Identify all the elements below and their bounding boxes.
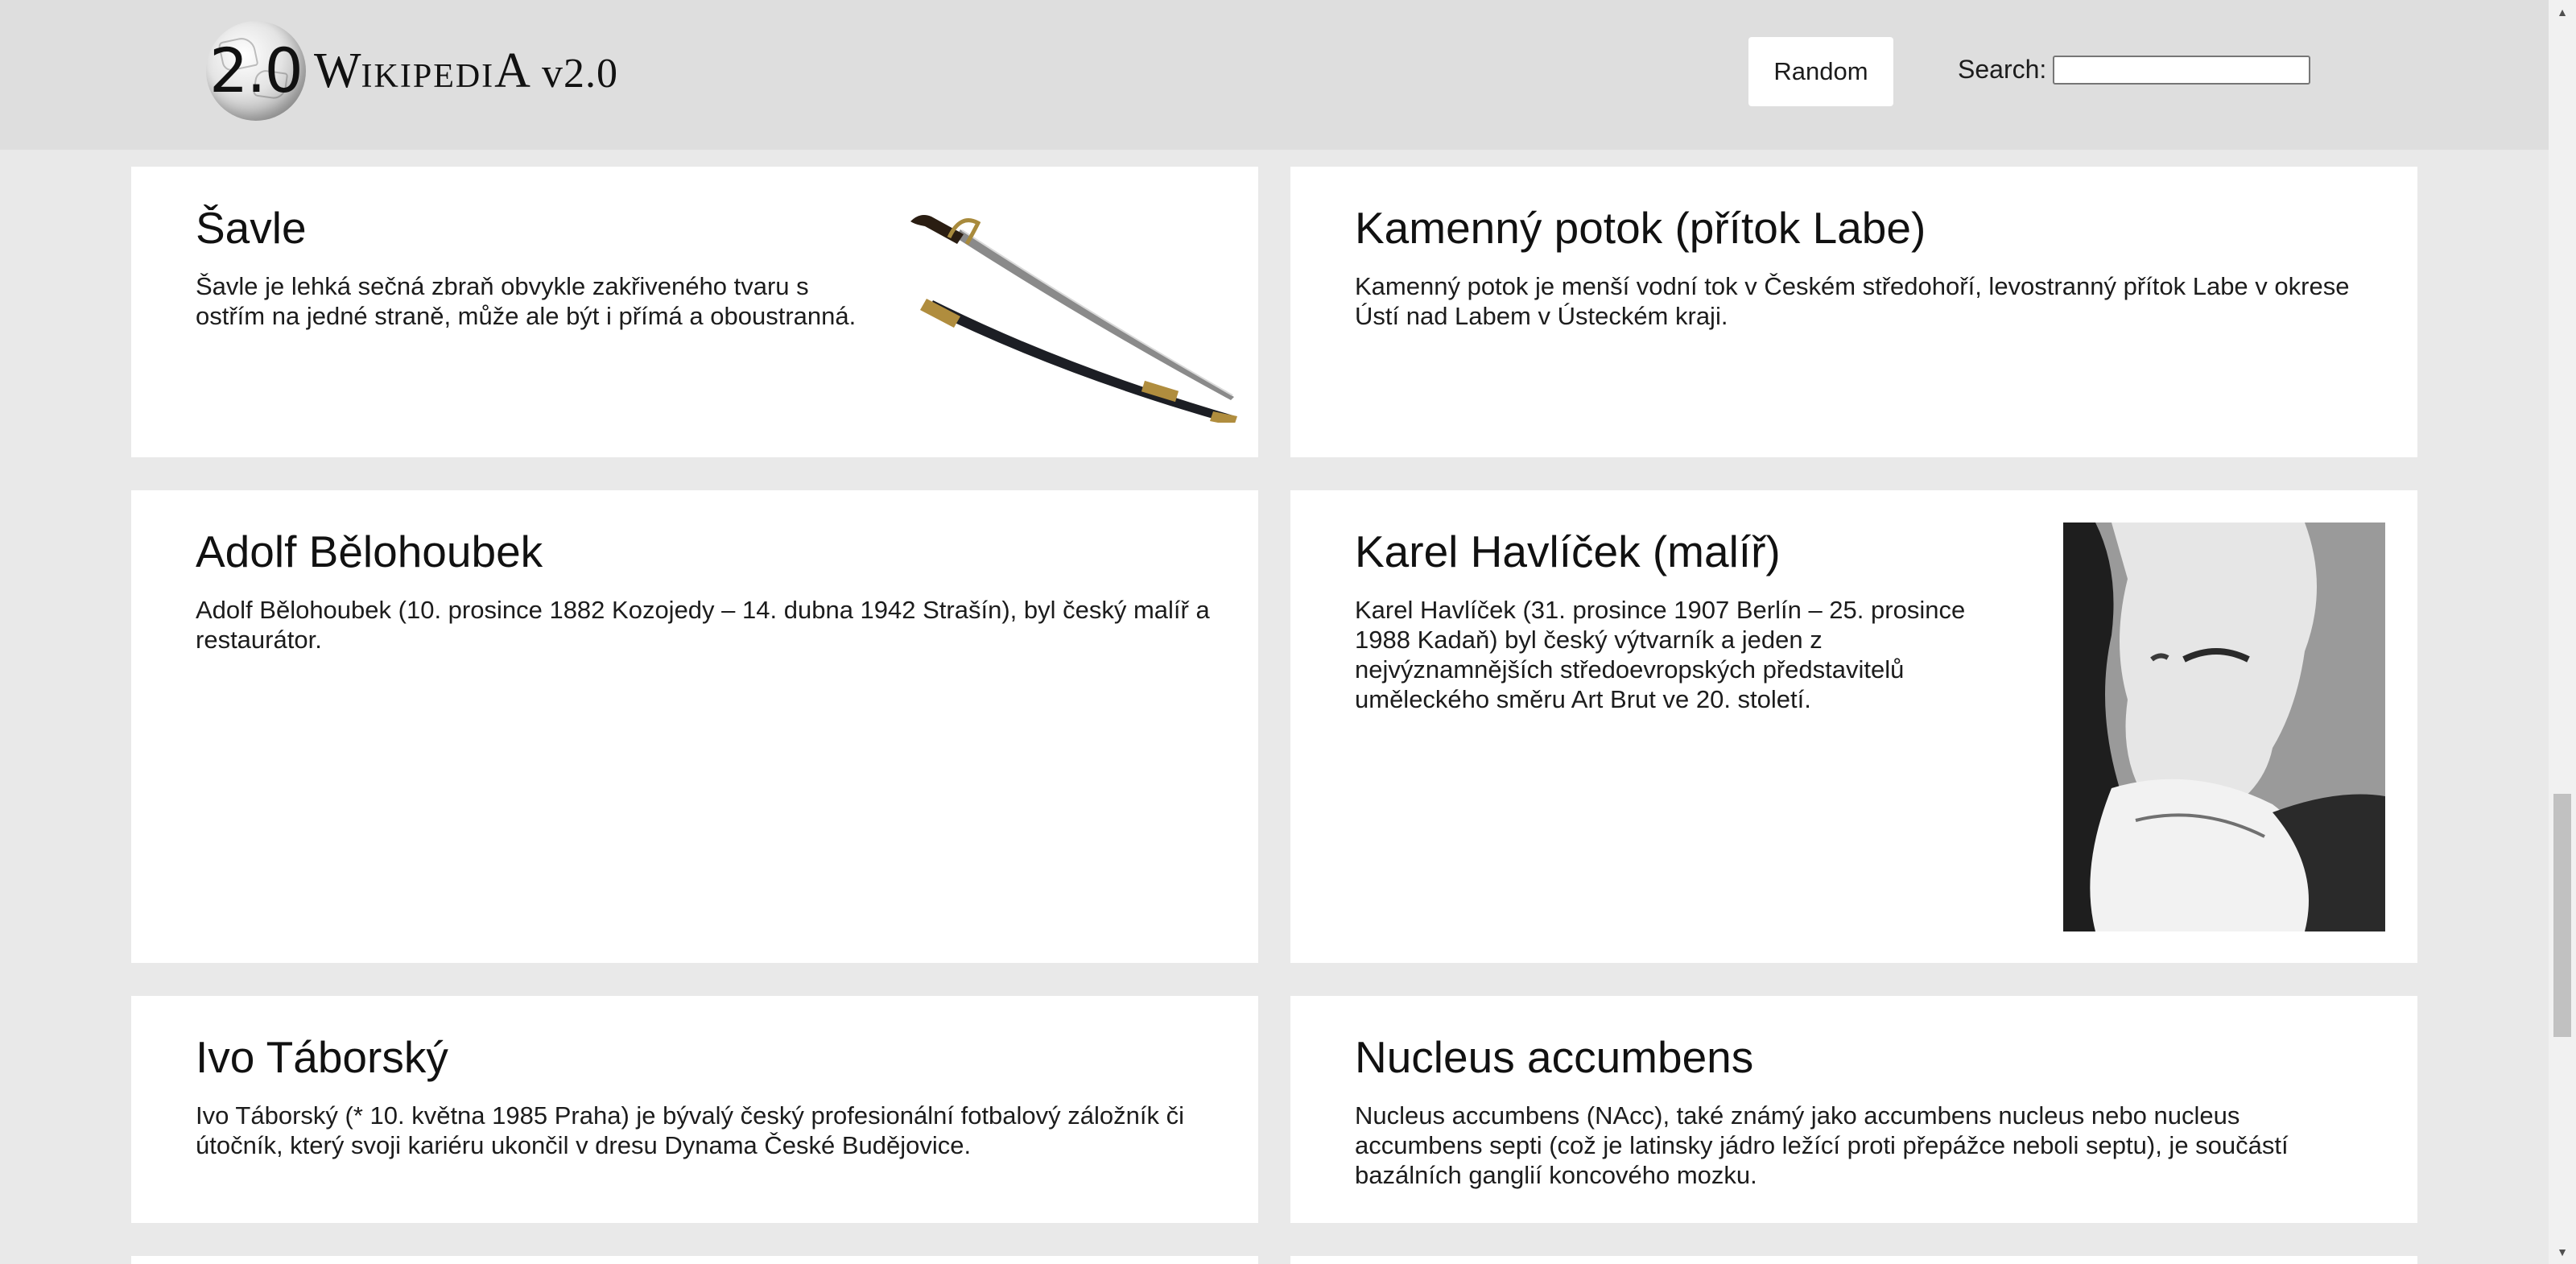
- search-label: Search:: [1958, 55, 2047, 84]
- wordmark-ikipedi: ikipedi: [361, 44, 495, 97]
- article-summary: Kamenný potok je menší vodní tok v České…: [1355, 272, 2350, 330]
- article-summary: Ivo Táborský (* 10. května 1985 Praha) j…: [196, 1101, 1184, 1159]
- article-card-partial[interactable]: [1290, 1256, 2417, 1264]
- article-card-karel-havlicek[interactable]: Karel Havlíček (malíř) Karel Havlíček (3…: [1290, 490, 2417, 963]
- article-card-savle[interactable]: Šavle Šavle je lehká sečná zbraň obvykle…: [131, 167, 1258, 457]
- article-title[interactable]: Šavle: [196, 196, 307, 260]
- scabbard: [928, 300, 1236, 423]
- site-header: 2.0 WikipediA v2.0 Random Search:: [0, 0, 2549, 150]
- article-title[interactable]: Nucleus accumbens: [1355, 1025, 1753, 1089]
- article-title[interactable]: Ivo Táborský: [196, 1025, 448, 1089]
- wordmark-a: A: [494, 43, 530, 98]
- article-card-kamenny-potok[interactable]: Kamenný potok (přítok Labe) Kamenný poto…: [1290, 167, 2417, 457]
- article-summary: Karel Havlíček (31. prosince 1907 Berlín…: [1355, 596, 1966, 713]
- article-card-ivo-taborsky[interactable]: Ivo Táborský Ivo Táborský (* 10. května …: [131, 996, 1258, 1223]
- wordmark-w: W: [314, 43, 361, 98]
- article-title[interactable]: Kamenný potok (přítok Labe): [1355, 196, 1926, 260]
- page-scrollbar[interactable]: ▲ ▼: [2549, 0, 2576, 1264]
- triangle-up-icon[interactable]: ▲: [2549, 0, 2576, 24]
- scrollbar-thumb[interactable]: [2553, 794, 2571, 1037]
- article-title[interactable]: Adolf Bělohoubek: [196, 519, 543, 584]
- portrait-photo: [2063, 523, 2385, 931]
- site-wordmark[interactable]: WikipediA v2.0: [314, 42, 618, 103]
- wordmark-version: v2.0: [541, 51, 618, 97]
- article-title[interactable]: Karel Havlíček (malíř): [1355, 519, 1781, 584]
- search-input[interactable]: [2053, 56, 2310, 85]
- sabre-image: [910, 215, 1237, 423]
- wikipedia-globe-icon[interactable]: 2.0: [206, 21, 306, 121]
- sabre-blade-edge: [961, 229, 1233, 396]
- logo-version-number: 2.0: [209, 35, 303, 106]
- random-button[interactable]: Random: [1748, 37, 1893, 106]
- triangle-down-icon[interactable]: ▼: [2549, 1240, 2576, 1264]
- article-card-partial[interactable]: [131, 1256, 1258, 1264]
- article-card-nucleus-accumbens[interactable]: Nucleus accumbens Nucleus accumbens (NAc…: [1290, 996, 2417, 1223]
- article-summary: Šavle je lehká sečná zbraň obvykle zakři…: [196, 272, 857, 330]
- article-card-adolf-belohoubek[interactable]: Adolf Bělohoubek Adolf Bělohoubek (10. p…: [131, 490, 1258, 963]
- article-summary: Nucleus accumbens (NAcc), také známý jak…: [1355, 1101, 2289, 1189]
- article-summary: Adolf Bělohoubek (10. prosince 1882 Kozo…: [196, 596, 1210, 654]
